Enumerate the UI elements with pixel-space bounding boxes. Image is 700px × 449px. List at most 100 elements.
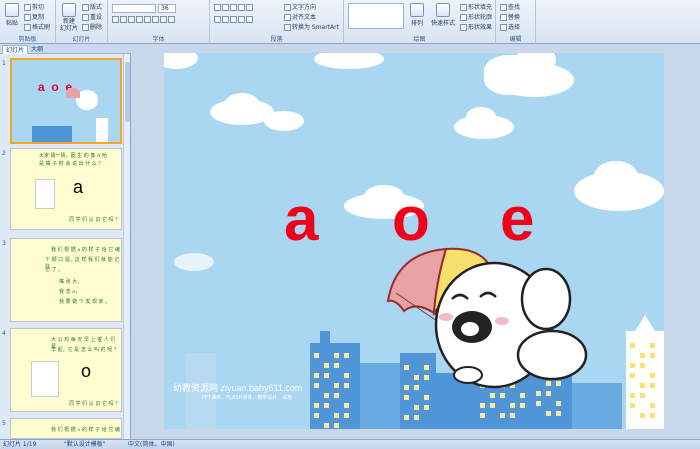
letter-a[interactable]: a	[284, 189, 318, 251]
watermark-subtitle: PPT课件、FLASH课件、教学设计、试卷	[202, 395, 293, 401]
case-icon[interactable]	[160, 16, 167, 23]
quick-styles-icon	[436, 3, 450, 17]
shadow-icon[interactable]	[144, 16, 151, 23]
copy-button[interactable]: 复制	[24, 12, 44, 21]
shape-fill-button[interactable]: 形状填充	[460, 2, 492, 11]
find-button[interactable]: 查找	[500, 2, 520, 11]
slides-group: 新建 幻灯片 版式 重设 删除 幻灯片	[56, 0, 108, 44]
thumb-text: 我 要 做 个 发 现 家 。	[59, 299, 111, 305]
shapes-gallery[interactable]	[348, 3, 404, 29]
slide-number: 2	[2, 150, 6, 157]
reset-icon	[82, 14, 89, 21]
slide-thumbnail-3[interactable]: 我 们 根 据 a 的 样 子 给 它 编 个 顺 口 溜，这 样 我 们 就 …	[10, 238, 122, 322]
group-label: 字体	[152, 36, 165, 43]
thumb-text: 同 学 们 认 识 它 吗 ？	[69, 401, 121, 407]
format-painter-button[interactable]: 格式刷	[24, 22, 50, 31]
text-direction-button[interactable]: 文字方向	[284, 2, 316, 11]
find-icon	[500, 4, 507, 11]
slide-editor: a o e 幼教资源网 ziyuan.baby611.com PPT课件、FLA…	[132, 44, 700, 439]
line-spacing-icon[interactable]	[246, 4, 253, 11]
reset-button[interactable]: 重设	[82, 12, 102, 21]
thumb-text: 早 起，它 是 怎 么 叫 的 呢 ？	[51, 347, 119, 353]
pane-scrollbar[interactable]	[123, 54, 130, 439]
fill-icon	[460, 4, 467, 11]
theme-name: "默认设计模板"	[64, 441, 106, 448]
thumb-text: 大家 猜一猜，图 生 的 像 A 哈	[39, 153, 108, 159]
clipboard-group: 粘贴 剪切 复制 格式刷 剪贴板	[0, 0, 56, 44]
italic-icon[interactable]	[120, 16, 127, 23]
shape-effects-button[interactable]: 形状效果	[460, 22, 492, 31]
new-slide-button[interactable]: 新建 幻灯片	[58, 3, 80, 32]
layout-button[interactable]: 版式	[82, 2, 102, 11]
outline-icon	[460, 14, 467, 21]
align-right-icon[interactable]	[230, 16, 237, 23]
tab-outline[interactable]: 大纲	[28, 45, 46, 54]
umbrella-image	[66, 88, 80, 98]
bear-with-umbrella[interactable]	[376, 233, 616, 403]
select-icon	[500, 24, 507, 31]
bold-icon[interactable]	[112, 16, 119, 23]
group-label: 剪贴板	[18, 36, 37, 43]
group-label: 幻灯片	[72, 36, 91, 43]
numbering-icon[interactable]	[222, 4, 229, 11]
current-slide[interactable]: a o e 幼教资源网 ziyuan.baby611.com PPT课件、FLA…	[164, 53, 664, 429]
paste-button[interactable]: 粘贴	[3, 3, 21, 27]
columns-icon[interactable]	[246, 16, 253, 23]
building-image	[96, 118, 108, 142]
font-color-icon[interactable]	[168, 16, 175, 23]
underline-icon[interactable]	[128, 16, 135, 23]
bullets-icon[interactable]	[214, 4, 221, 11]
editing-group: 查找 替换 选择 编辑	[496, 0, 536, 44]
group-label: 绘图	[413, 36, 426, 43]
increase-indent-icon[interactable]	[238, 4, 245, 11]
thumb-text: 嘴 张 大，	[59, 279, 83, 285]
align-text-button[interactable]: 对齐文本	[284, 12, 316, 21]
smartart-button[interactable]: 转换为 SmartArt	[284, 22, 339, 31]
shape-outline-button[interactable]: 形状轮廓	[460, 12, 492, 21]
bear-image	[434, 261, 588, 389]
slide-number: 1	[2, 60, 6, 67]
slide-thumbnail-1[interactable]: a o e	[10, 58, 122, 144]
font-size-select[interactable]: 36	[158, 4, 176, 13]
tab-slides[interactable]: 幻灯片	[2, 45, 29, 54]
thumb-letter: o	[81, 361, 92, 381]
font-name-select[interactable]	[112, 4, 156, 13]
font-group: 36 字体	[108, 0, 210, 44]
city-image	[32, 126, 72, 142]
select-button[interactable]: 选择	[500, 22, 520, 31]
powerpoint-window: 粘贴 剪切 复制 格式刷 剪贴板 新建 幻灯片 版式 重设 删除 幻灯片 36 …	[0, 0, 700, 449]
slide-number: 5	[2, 420, 6, 427]
slides-pane: 幻灯片 大纲 1 a o e 2 大家 猜一猜，图 生 的 像 A 哈 是 嘴 …	[0, 44, 131, 439]
delete-button[interactable]: 删除	[82, 22, 102, 31]
group-label: 段落	[270, 36, 283, 43]
spacing-icon[interactable]	[152, 16, 159, 23]
align-center-icon[interactable]	[222, 16, 229, 23]
slide-thumbnail-5[interactable]: 我 们 根 据 o 的 样 子 给 它 编	[10, 418, 122, 439]
brush-icon	[24, 24, 31, 31]
cut-button[interactable]: 剪切	[24, 2, 44, 11]
scrollbar-thumb[interactable]	[125, 62, 130, 122]
arrange-icon	[410, 3, 424, 17]
arrange-button[interactable]: 排列	[408, 3, 426, 27]
decrease-indent-icon[interactable]	[230, 4, 237, 11]
group-label: 编辑	[509, 36, 522, 43]
pane-tabs: 幻灯片 大纲	[0, 44, 131, 54]
quick-styles-button[interactable]: 快速样式	[428, 3, 458, 27]
align-left-icon[interactable]	[214, 16, 221, 23]
justify-icon[interactable]	[238, 16, 245, 23]
replace-button[interactable]: 替换	[500, 12, 520, 21]
copy-icon	[24, 14, 31, 21]
slide-thumbnail-2[interactable]: 大家 猜一猜，图 生 的 像 A 哈 是 嘴 子 时 会 说 出 什 么 ？ a…	[10, 148, 122, 230]
smartart-icon	[284, 24, 291, 31]
layout-icon	[82, 4, 89, 11]
strikethrough-icon[interactable]	[136, 16, 143, 23]
replace-icon	[500, 14, 507, 21]
watermark: 幼教资源网 ziyuan.baby611.com	[173, 383, 303, 393]
slide-number: 3	[2, 240, 6, 247]
thumb-letter: a	[73, 177, 84, 197]
paragraph-group: 文字方向 对齐文本 转换为 SmartArt 段落	[210, 0, 344, 44]
align-text-icon	[284, 14, 291, 21]
status-bar: 幻灯片 1/19 "默认设计模板" 中文(简体，中国)	[0, 439, 700, 449]
language: 中文(简体，中国)	[128, 441, 175, 448]
slide-thumbnail-4[interactable]: 大 公 鸡 每 天 早 上 催 人 们 早 早 起，它 是 怎 么 叫 的 呢 …	[10, 328, 122, 412]
